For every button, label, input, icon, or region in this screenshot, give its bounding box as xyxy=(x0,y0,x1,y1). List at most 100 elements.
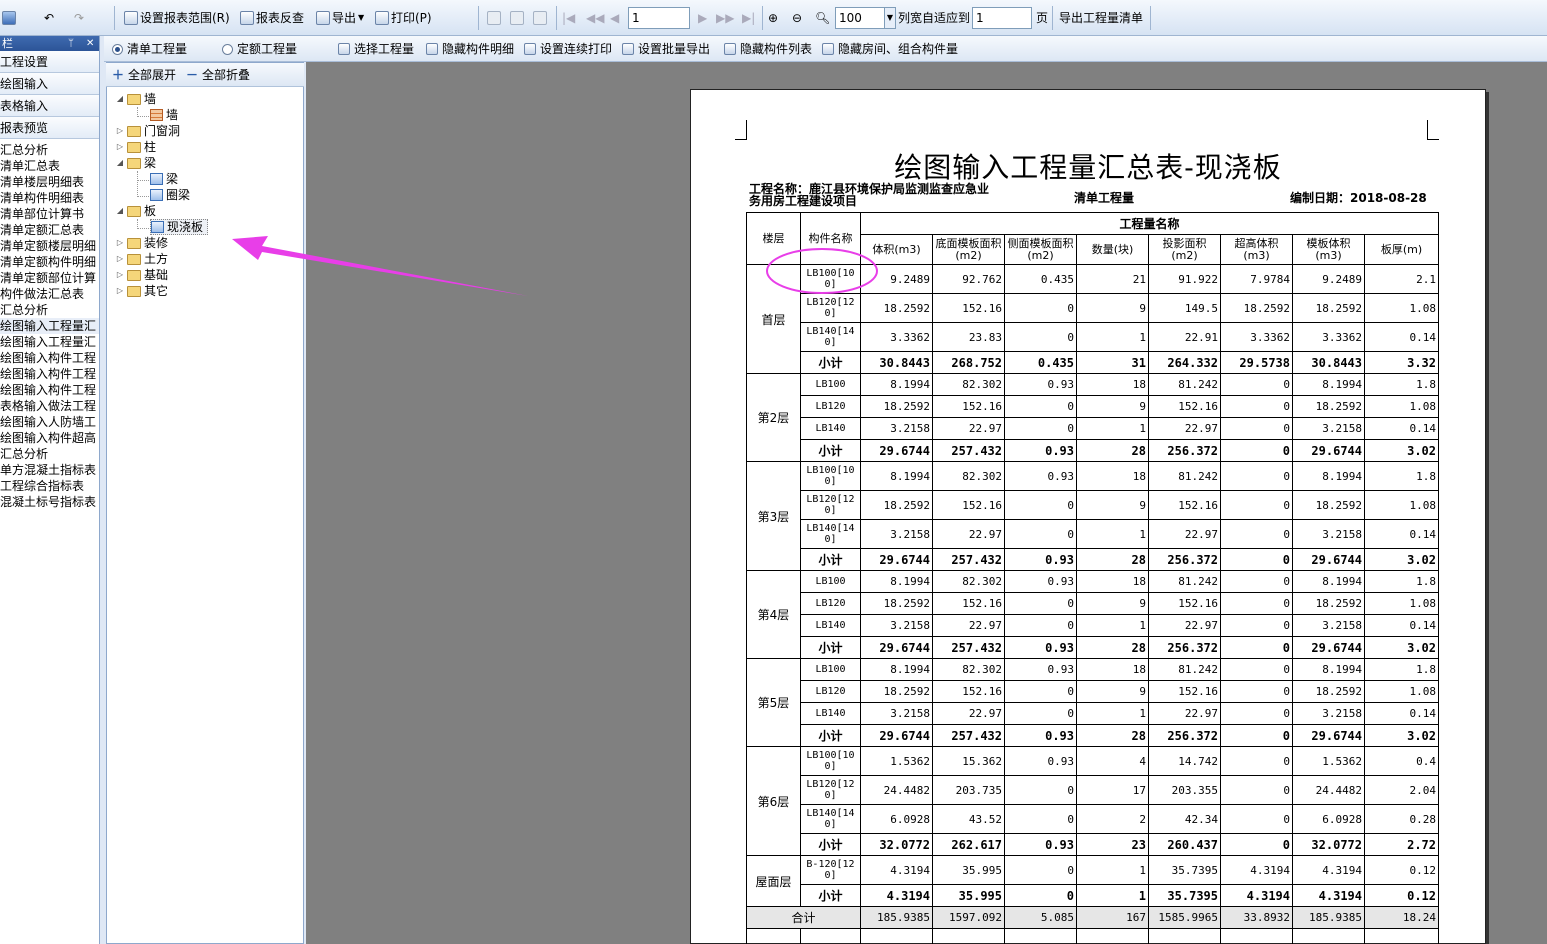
report-list-item[interactable]: 汇总分析 xyxy=(0,446,99,462)
value-cell: 3.2158 xyxy=(1292,614,1365,637)
first-page-icon[interactable]: |◀ xyxy=(562,7,575,29)
batch-export-button[interactable]: 设置批量导出 xyxy=(622,40,710,58)
next-group-icon[interactable]: ▶▶ xyxy=(716,7,734,29)
report-list-item[interactable]: 汇总分析 xyxy=(0,142,99,158)
tree-node-door-window[interactable]: ▷ 门窗洞 xyxy=(116,123,180,139)
nav-drawing-input[interactable]: 绘图输入 xyxy=(0,73,99,95)
report-list-item[interactable]: 单方混凝土指标表 xyxy=(0,462,99,478)
undo-icon[interactable]: ↶ xyxy=(44,7,54,29)
hide-room-button[interactable]: 隐藏房间、组合构件量 xyxy=(822,40,958,58)
set-range-button[interactable]: 设置报表范围(R) xyxy=(124,7,230,29)
value-cell: 0 xyxy=(1220,775,1293,805)
last-page-icon[interactable]: ▶| xyxy=(742,7,755,29)
component-name-cell: LB120 xyxy=(800,680,861,703)
component-name-cell: LB140 xyxy=(800,702,861,725)
value-cell: 1.8 xyxy=(1363,373,1440,396)
zoom-out-icon[interactable]: ⊖ xyxy=(792,7,802,29)
print-button[interactable]: 打印(P) xyxy=(375,7,432,29)
continuous-print-button[interactable]: 设置连续打印 xyxy=(524,40,612,58)
value-cell: 14.742 xyxy=(1148,746,1221,776)
report-list-item[interactable]: 绘图输入构件超高 xyxy=(0,430,99,446)
multi-page-icon[interactable] xyxy=(533,7,547,29)
report-list-item[interactable]: 清单楼层明细表 xyxy=(0,174,99,190)
tree-node-foundation[interactable]: ▷ 基础 xyxy=(116,267,168,283)
tree-node-earthwork[interactable]: ▷ 土方 xyxy=(116,251,168,267)
report-list-item[interactable]: 绘图输入工程量汇 xyxy=(0,334,99,350)
table-header-row: 楼层 构件名称 工程量名称 xyxy=(746,212,1440,265)
value-cell: 152.16 xyxy=(932,293,1005,323)
subtotal-label: 小计 xyxy=(800,548,861,571)
select-quantity-button[interactable]: 选择工程量 xyxy=(338,40,414,58)
prev-group-icon[interactable]: ◀◀ xyxy=(586,7,604,29)
report-list-item[interactable]: 绘图输入人防墙工 xyxy=(0,414,99,430)
redo-icon[interactable]: ↷ xyxy=(74,7,84,29)
tree-node-column[interactable]: ▷ 柱 xyxy=(116,139,156,155)
report-list-item[interactable]: 表格输入做法工程 xyxy=(0,398,99,414)
zoom-dropdown-icon[interactable]: ▼ xyxy=(884,7,896,29)
nav-report-preview[interactable]: 报表预览 xyxy=(0,117,99,139)
tree-node-beam[interactable]: ◢ 梁 xyxy=(116,155,156,171)
report-list-item[interactable]: 清单汇总表 xyxy=(0,158,99,174)
value-cell: 3.3362 xyxy=(1292,322,1365,352)
report-list-item[interactable]: 清单部位计算书 xyxy=(0,206,99,222)
report-list-item[interactable]: 清单定额楼层明细 xyxy=(0,238,99,254)
zoom-search-icon[interactable]: 🔍︎ xyxy=(815,7,830,29)
report-list-item[interactable]: 绘图输入构件工程 xyxy=(0,366,99,382)
report-list-item[interactable]: 清单定额汇总表 xyxy=(0,222,99,238)
report-list-item[interactable]: 混凝土标号指标表 xyxy=(0,494,99,510)
radio-quota-quantity[interactable]: 定额工程量 xyxy=(222,40,297,58)
export-button[interactable]: 导出 ▼ xyxy=(316,7,364,29)
report-list-item[interactable]: 绘图输入构件工程 xyxy=(0,350,99,366)
report-check-button[interactable]: 报表反查 xyxy=(240,7,304,29)
value-cell: 3.2158 xyxy=(1292,702,1365,725)
fit-pages-input[interactable]: 1 xyxy=(972,7,1032,29)
report-list-item[interactable]: 清单定额部位计算 xyxy=(0,270,99,286)
value-cell: 1.8 xyxy=(1363,461,1440,491)
export-list-button[interactable]: 导出工程量清单 xyxy=(1059,7,1143,29)
report-list-item[interactable]: 汇总分析 xyxy=(0,302,99,318)
value-cell: 0 xyxy=(1004,395,1077,418)
single-page-icon[interactable] xyxy=(487,7,501,29)
tree-node-cast-in-place-slab[interactable]: 现浇板 xyxy=(150,219,209,235)
report-list-item[interactable]: 工程综合指标表 xyxy=(0,478,99,494)
close-icon[interactable]: ✕ xyxy=(86,36,94,51)
value-cell: 0.28 xyxy=(1363,804,1440,834)
radio-list-quantity[interactable]: 清单工程量 xyxy=(112,40,187,58)
two-page-icon[interactable] xyxy=(510,7,524,29)
tree-node-wall[interactable]: ◢ 墙 xyxy=(116,91,156,107)
tree-node-beam-child[interactable]: 梁 xyxy=(150,171,178,187)
subtotal-value-cell: 23 xyxy=(1076,833,1149,856)
expand-all-button[interactable]: ＋全部展开 xyxy=(112,66,176,84)
value-cell: 0 xyxy=(1220,417,1293,440)
report-list-item[interactable]: 清单构件明细表 xyxy=(0,190,99,206)
zoom-input[interactable]: 100 xyxy=(835,7,885,29)
subtotal-value-cell: 256.372 xyxy=(1148,636,1221,659)
save-icon[interactable] xyxy=(2,7,16,29)
nav-table-input[interactable]: 表格输入 xyxy=(0,95,99,117)
tree-node-wall-child[interactable]: 墙 xyxy=(150,107,178,123)
collapse-all-button[interactable]: －全部折叠 xyxy=(186,66,250,84)
tree-node-other[interactable]: ▷ 其它 xyxy=(116,283,168,299)
total-value-cell: 1585.9965 xyxy=(1148,906,1221,929)
report-list-item[interactable]: 构件做法汇总表 xyxy=(0,286,99,302)
zoom-in-icon[interactable]: ⊕ xyxy=(768,7,778,29)
prev-page-icon[interactable]: ◀ xyxy=(610,7,619,29)
hide-detail-button[interactable]: 隐藏构件明细 xyxy=(426,40,514,58)
nav-project-settings[interactable]: 工程设置 xyxy=(0,51,99,73)
next-page-icon[interactable]: ▶ xyxy=(698,7,707,29)
tree-node-slab[interactable]: ◢ 板 xyxy=(116,203,156,219)
pin-icon[interactable]: ᛘ xyxy=(68,36,74,51)
table-row: LB120 18.2592 152.16 0 9 152.16 0 18.2592 1.08 xyxy=(747,680,1440,703)
empty-cell xyxy=(1004,928,1077,944)
hide-list-button[interactable]: 隐藏构件列表 xyxy=(724,40,812,58)
tree-node-decoration[interactable]: ▷ 装修 xyxy=(116,235,168,251)
report-list-item[interactable]: 清单定额构件明细 xyxy=(0,254,99,270)
value-cell: 18.2592 xyxy=(860,395,933,418)
value-cell: 1.5362 xyxy=(1292,746,1365,776)
value-cell: 9 xyxy=(1076,395,1149,418)
page-number-input[interactable]: 1 xyxy=(628,7,690,29)
value-cell: 152.16 xyxy=(1148,395,1221,418)
tree-node-ring-beam[interactable]: 圈梁 xyxy=(150,187,190,203)
report-list-item[interactable]: 绘图输入构件工程 xyxy=(0,382,99,398)
report-list-item[interactable]: 绘图输入工程量汇 xyxy=(0,318,99,334)
